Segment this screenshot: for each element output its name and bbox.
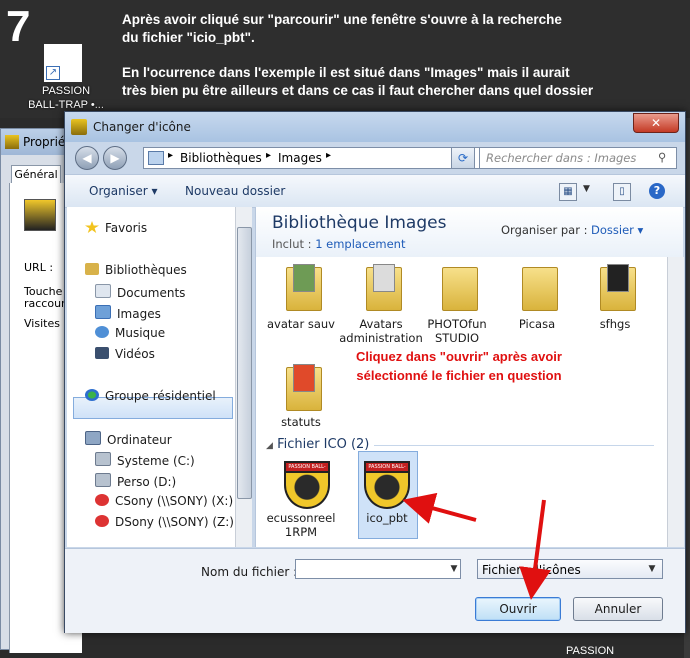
- desktop-bottom-label: PASSION: [566, 645, 615, 657]
- annotation-arrows: [402, 492, 551, 600]
- arrow-to-file: [402, 492, 477, 524]
- arrow-to-open-button: [519, 499, 551, 600]
